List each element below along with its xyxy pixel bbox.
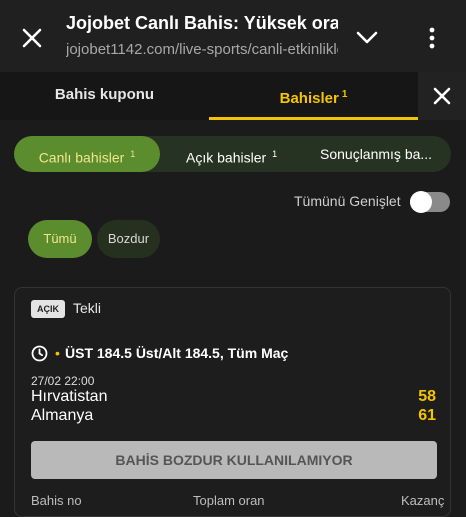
tab-count: 1 <box>341 89 348 100</box>
close-icon <box>433 87 451 105</box>
betslip-tabs: Bahis kuponu Bahisler 1 <box>0 72 466 120</box>
filter-cashout-chip[interactable]: Bozdur <box>97 220 160 258</box>
tab-label: Bahisler <box>279 90 339 107</box>
winnings-label: Kazanç <box>401 493 445 508</box>
toggle-knob <box>410 191 432 213</box>
segment-label: Sonuçlanmış ba... <box>320 146 433 162</box>
status-badge: AÇIK <box>31 300 65 318</box>
team-home: Hırvatistan <box>31 388 108 405</box>
total-odds-label: Toplam oran <box>193 493 265 508</box>
event-datetime: 27/02 22:00 <box>31 374 95 388</box>
chevron-down-icon[interactable] <box>356 30 378 46</box>
segment-live-bets[interactable]: Canlı bahisler 1 <box>14 136 160 172</box>
bet-status-segments: Canlı bahisler 1 Açık bahisler 1 Sonuçlanm… <box>14 136 451 172</box>
segment-label: Canlı bahisler <box>38 149 125 166</box>
expand-all-label: Tümünü Genişlet <box>294 193 401 209</box>
page-url[interactable]: jojobet1142.com/live-sports/canli-etkinl… <box>66 41 338 58</box>
expand-all-toggle[interactable] <box>410 191 450 213</box>
segment-count: 1 <box>272 149 278 159</box>
cashout-button[interactable]: BAHİS BOZDUR KULLANILAMIYOR <box>31 441 437 479</box>
clock-icon <box>31 345 48 362</box>
browser-toolbar: Jojobet Canlı Bahis: Yüksek oranlar jojo… <box>0 0 466 72</box>
filter-all-chip[interactable]: Tümü <box>28 220 92 258</box>
segment-count: 1 <box>130 149 136 159</box>
score-away: 61 <box>418 407 436 424</box>
tab-label: Bahis kuponu <box>54 86 155 103</box>
tab-my-bets[interactable]: Bahisler 1 <box>209 72 418 120</box>
segment-label: Açık bahisler <box>186 149 267 166</box>
bet-number-label: Bahis no <box>31 493 82 508</box>
live-indicator: • <box>55 345 60 361</box>
segment-open-bets[interactable]: Açık bahisler 1 <box>186 136 277 172</box>
bet-market: ÜST 184.5 Üst/Alt 184.5, Tüm Maç <box>65 345 289 361</box>
team-away: Almanya <box>31 407 94 424</box>
page-title: Jojobet Canlı Bahis: Yüksek oranlar <box>66 13 338 33</box>
segment-settled-bets[interactable]: Sonuçlanmış ba... <box>320 136 451 172</box>
score-home: 58 <box>418 388 436 405</box>
bet-card: AÇIK Tekli • ÜST 184.5 Üst/Alt 184.5, Tü… <box>14 287 451 517</box>
tab-bet-slip[interactable]: Bahis kuponu <box>0 72 209 120</box>
bet-type: Tekli <box>73 300 102 316</box>
more-options-icon[interactable] <box>428 27 436 49</box>
close-icon[interactable] <box>20 26 44 50</box>
close-panel-button[interactable] <box>418 72 466 120</box>
